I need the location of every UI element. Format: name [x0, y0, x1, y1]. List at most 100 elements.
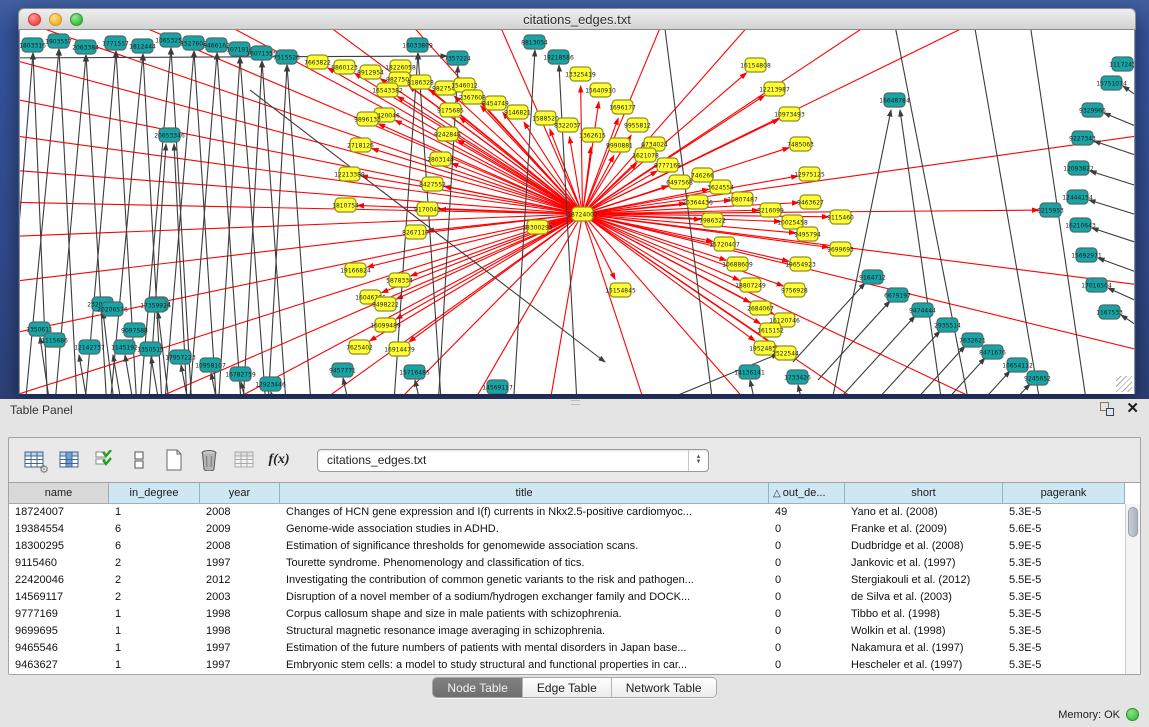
graph-node-15154845[interactable]: 15154845 — [605, 283, 636, 297]
table-source-select[interactable]: citations_edges.txt▲▼ — [317, 449, 709, 472]
graph-node-10973493[interactable]: 10973493 — [774, 107, 805, 121]
graph-node-1350515[interactable]: 1350515 — [137, 342, 164, 356]
graph-node-9990881[interactable]: 9990881 — [606, 138, 633, 152]
graph-node-14569117[interactable]: 14569117 — [482, 380, 513, 394]
graph-node-1362615[interactable]: 1362615 — [579, 128, 606, 142]
tab-network-table[interactable]: Network Table — [612, 678, 716, 697]
validate-columns-icon[interactable] — [91, 447, 117, 473]
graph-node-9457771[interactable]: 9457771 — [329, 363, 356, 377]
graph-node-7663822[interactable]: 7663822 — [304, 55, 331, 69]
graph-node-8860123[interactable]: 8860123 — [331, 60, 358, 74]
column-header-title[interactable]: title — [280, 483, 769, 504]
graph-node-16210643[interactable]: 16210643 — [1065, 218, 1096, 232]
table-row[interactable]: 946554611997Estimation of the future num… — [9, 640, 1140, 657]
graph-node-9227343[interactable]: 9227343 — [1069, 131, 1096, 145]
graph-node-10654112[interactable]: 10654112 — [1002, 358, 1033, 372]
table-settings-icon[interactable]: ⚙ — [21, 447, 47, 473]
table-row[interactable]: 1830029562008Estimation of significance … — [9, 538, 1140, 555]
graph-node-9170043[interactable]: 9170043 — [414, 202, 441, 216]
graph-node-8216099[interactable]: 8216099 — [757, 203, 784, 217]
graph-node-19218586[interactable]: 19218586 — [543, 50, 574, 64]
graph-node-1621078[interactable]: 1621078 — [632, 148, 659, 162]
table-row[interactable]: 946362711997Embryonic stem cells: a mode… — [9, 657, 1140, 674]
window-resize-grip[interactable] — [1116, 376, 1132, 392]
graph-node-8186328[interactable]: 8186328 — [407, 75, 434, 89]
graph-node-9164712[interactable]: 9164712 — [859, 270, 886, 284]
column-header-out_degree[interactable]: △out_de... — [769, 483, 845, 504]
graph-node-9097588[interactable]: 9097588 — [121, 323, 148, 337]
panel-splitter-handle[interactable] — [571, 400, 580, 405]
graph-node-8427552[interactable]: 8427552 — [419, 177, 446, 191]
table-row[interactable]: 969969511998Structural magnetic resonanc… — [9, 623, 1140, 640]
graph-node-9329966[interactable]: 9329966 — [1079, 103, 1106, 117]
tab-edge-table[interactable]: Edge Table — [523, 678, 612, 697]
graph-node-16782759[interactable]: 16782759 — [225, 367, 256, 381]
delete-column-icon[interactable] — [196, 447, 222, 473]
graph-node-9896133[interactable]: 9896133 — [354, 112, 381, 126]
graph-node-9498222[interactable]: 9498222 — [372, 297, 399, 311]
graph-node-7357224[interactable]: 7357224 — [444, 51, 471, 65]
graph-node-16154808[interactable]: 16154808 — [740, 58, 771, 72]
graph-node-746266[interactable]: 746266 — [691, 168, 714, 182]
graph-node-8215953[interactable]: 8215953 — [1037, 203, 1064, 217]
graph-node-9756928[interactable]: 9756928 — [781, 283, 808, 297]
graph-node-1903557[interactable]: 1903557 — [45, 34, 72, 48]
graph-node-12142737[interactable]: 12142737 — [74, 340, 105, 354]
graph-node-1803316[interactable]: 1803316 — [20, 38, 46, 52]
graph-node-17016504[interactable]: 17016504 — [1081, 278, 1112, 292]
graph-node-8471676[interactable]: 8471676 — [979, 345, 1006, 359]
graph-node-8322037[interactable]: 8322037 — [554, 118, 581, 132]
graph-node-12213987[interactable]: 12213987 — [759, 82, 790, 96]
graph-node-9474444[interactable]: 9474444 — [909, 303, 936, 317]
graph-node-19654923[interactable]: 19654923 — [785, 257, 816, 271]
graph-node-15716485[interactable]: 15716485 — [399, 365, 430, 379]
graph-node-15692971[interactable]: 15692971 — [1071, 248, 1102, 262]
graph-node-6497568[interactable]: 6497568 — [666, 175, 693, 189]
graph-node-14136141[interactable]: 14136141 — [734, 365, 765, 379]
row-height-icon[interactable] — [126, 447, 152, 473]
graph-node-20653346[interactable]: 20653346 — [154, 128, 185, 142]
close-panel-icon[interactable]: ✕ — [1126, 402, 1139, 416]
graph-node-1145192[interactable]: 1145192 — [111, 340, 138, 354]
tab-node-table[interactable]: Node Table — [433, 678, 523, 697]
graph-node-1115686[interactable]: 1115686 — [41, 333, 68, 347]
graph-node-7485063[interactable]: 7485063 — [787, 137, 814, 151]
graph-node-12093822[interactable]: 12093822 — [1063, 161, 1094, 175]
table-row[interactable]: 1456911722003Disruption of a novel membe… — [9, 589, 1140, 606]
graph-node-12975125[interactable]: 12975125 — [794, 167, 825, 181]
graph-node-8267110[interactable]: 8267110 — [402, 225, 429, 239]
graph-node-16099489[interactable]: 16099489 — [370, 318, 401, 332]
graph-node-7515526[interactable]: 7515526 — [273, 50, 300, 64]
graph-node-1117243[interactable]: 1117243 — [1109, 57, 1135, 71]
graph-node-3624554[interactable]: 3624554 — [707, 180, 734, 194]
graph-node-9115460[interactable]: 9115460 — [827, 210, 854, 224]
network-graph[interactable]: 1803316190355720633841771557181244410653… — [20, 30, 1135, 394]
graph-node-1771557[interactable]: 1771557 — [102, 36, 129, 50]
graph-node-7986322[interactable]: 7986322 — [699, 213, 726, 227]
graph-node-8454749[interactable]: 8454749 — [482, 96, 509, 110]
graph-node-2063384[interactable]: 2063384 — [72, 40, 99, 54]
graph-node-9242848[interactable]: 9242848 — [434, 127, 461, 141]
graph-node-16648784[interactable]: 16648784 — [879, 93, 910, 107]
graph-node-1810754[interactable]: 1810754 — [332, 198, 359, 212]
graph-node-17957223[interactable]: 17957223 — [165, 350, 196, 364]
table-row[interactable]: 1872400712008Changes of HCN gene express… — [9, 504, 1140, 521]
graph-node-9245652[interactable]: 9245652 — [1024, 371, 1051, 385]
graph-node-16033809[interactable]: 16033809 — [402, 38, 433, 52]
graph-node-15640910[interactable]: 15640910 — [585, 83, 616, 97]
graph-node-9463627[interactable]: 9463627 — [797, 195, 824, 209]
graph-node-8912954[interactable]: 8912954 — [357, 65, 384, 79]
graph-node-9699695[interactable]: 9699695 — [827, 242, 854, 256]
scrollbar-thumb[interactable] — [1128, 507, 1138, 537]
graph-node-2803144[interactable]: 2803144 — [427, 152, 454, 166]
create-column-icon[interactable] — [161, 447, 187, 473]
graph-node-20206576[interactable]: 20206576 — [97, 302, 128, 316]
table-row[interactable]: 911546021997Tourette syndrome. Phenomeno… — [9, 555, 1140, 572]
vertical-scrollbar[interactable] — [1125, 504, 1140, 674]
graph-node-18807249[interactable]: 18807249 — [735, 278, 766, 292]
column-header-pagerank[interactable]: pagerank — [1003, 483, 1125, 504]
graph-node-9495794[interactable]: 9495794 — [794, 227, 821, 241]
select-columns-icon[interactable] — [56, 447, 82, 473]
graph-node-1167533[interactable]: 1167533 — [1096, 305, 1123, 319]
graph-node-2684067[interactable]: 2684067 — [747, 301, 774, 315]
